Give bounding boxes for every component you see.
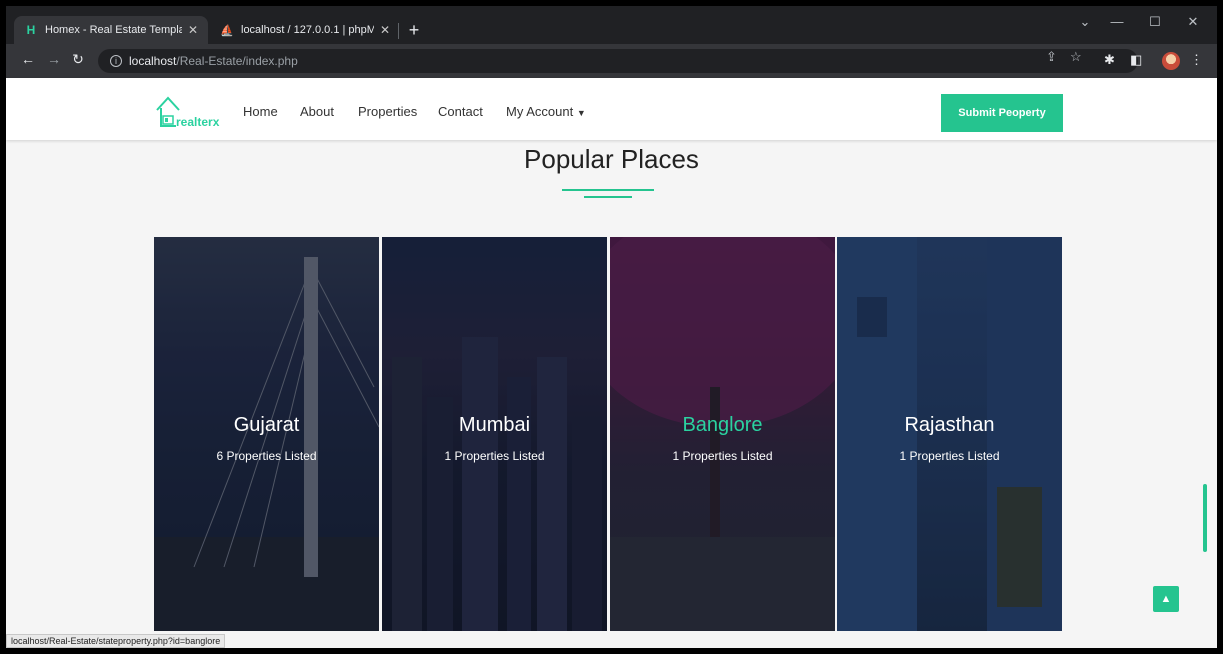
browser-window: H Homex - Real Estate Template ✕ ⛵ local…	[6, 6, 1217, 648]
scroll-to-top-button[interactable]: ▲	[1153, 586, 1179, 612]
place-label: Gujarat 6 Properties Listed	[216, 406, 316, 463]
menu-dots-icon[interactable]: ⋮	[1190, 52, 1203, 68]
place-card-gujarat[interactable]: Gujarat 6 Properties Listed	[154, 237, 379, 631]
maximize-icon[interactable]: ☐	[1140, 14, 1170, 30]
place-label: Banglore 1 Properties Listed	[672, 406, 772, 463]
tab-title: Homex - Real Estate Template	[45, 24, 182, 36]
back-icon[interactable]: ←	[18, 51, 38, 67]
close-icon[interactable]: ✕	[188, 23, 198, 37]
minimize-icon[interactable]: —	[1102, 14, 1132, 29]
bookmark-star-icon[interactable]: ☆	[1070, 49, 1082, 65]
tab-separator	[398, 23, 399, 39]
title-divider	[562, 189, 654, 191]
nav-contact[interactable]: Contact	[438, 104, 483, 119]
chevron-up-icon: ▲	[1160, 593, 1172, 605]
homex-favicon-icon: H	[26, 23, 36, 37]
profile-avatar[interactable]	[1162, 52, 1180, 70]
nav-my-account-label: My Account	[506, 104, 574, 119]
tab-title: localhost / 127.0.0.1 | phpMyAdm	[241, 24, 374, 36]
browser-titlebar: H Homex - Real Estate Template ✕ ⛵ local…	[6, 6, 1217, 44]
place-name: Gujarat	[233, 413, 300, 436]
place-card-mumbai[interactable]: Mumbai 1 Properties Listed	[382, 237, 607, 631]
tab-phpmyadmin[interactable]: ⛵ localhost / 127.0.0.1 | phpMyAdm ✕	[210, 16, 400, 44]
share-icon[interactable]: ⇪	[1046, 49, 1057, 65]
nav-about[interactable]: About	[300, 104, 334, 119]
title-divider-short	[584, 196, 632, 198]
status-bar-url: localhost/Real-Estate/stateproperty.php?…	[6, 634, 226, 648]
place-label: Rajasthan 1 Properties Listed	[899, 406, 999, 463]
browser-toolbar: ← → ↻ i localhost/Real-Estate/index.php …	[6, 44, 1217, 78]
forward-icon[interactable]: →	[44, 51, 64, 67]
window-close-icon[interactable]: ✕	[1178, 14, 1208, 30]
section-title: Popular Places	[524, 144, 699, 174]
tab-homex[interactable]: H Homex - Real Estate Template ✕	[14, 16, 208, 44]
logo-text[interactable]: realterx	[176, 115, 219, 129]
submit-property-button[interactable]: Submit Peoperty	[941, 94, 1063, 132]
close-icon[interactable]: ✕	[380, 23, 390, 37]
place-card-rajasthan[interactable]: Rajasthan 1 Properties Listed	[837, 237, 1062, 631]
place-card-banglore[interactable]: Banglore 1 Properties Listed	[610, 237, 835, 631]
place-label: Mumbai 1 Properties Listed	[444, 406, 544, 463]
info-icon[interactable]: i	[110, 55, 122, 67]
nav-my-account[interactable]: My Account ▼	[506, 104, 586, 119]
place-count: 1 Properties Listed	[899, 448, 1000, 463]
place-name: Rajasthan	[904, 413, 995, 436]
extensions-icon[interactable]: ✱	[1104, 52, 1115, 68]
site-header: realterx Home About Properties Contact M…	[6, 78, 1217, 140]
address-bar[interactable]: i localhost/Real-Estate/index.php	[98, 49, 1138, 73]
place-count: 6 Properties Listed	[216, 448, 317, 463]
nav-home[interactable]: Home	[243, 104, 278, 119]
place-name: Banglore	[682, 413, 763, 436]
place-count: 1 Properties Listed	[444, 448, 545, 463]
url-host: localhost	[129, 54, 177, 68]
new-tab-icon[interactable]: +	[404, 20, 424, 40]
phpmyadmin-favicon-icon: ⛵	[220, 24, 234, 37]
side-panel-icon[interactable]: ◧	[1130, 52, 1142, 68]
caret-down-icon: ▼	[576, 108, 586, 118]
nav-properties[interactable]: Properties	[358, 104, 417, 119]
place-name: Mumbai	[458, 413, 531, 436]
chevron-down-icon[interactable]: ⌄	[1070, 14, 1100, 30]
place-count: 1 Properties Listed	[672, 448, 773, 463]
url-path: /Real-Estate/index.php	[176, 54, 298, 68]
reload-icon[interactable]: ↻	[68, 51, 88, 68]
scrollbar-thumb[interactable]	[1203, 484, 1207, 552]
